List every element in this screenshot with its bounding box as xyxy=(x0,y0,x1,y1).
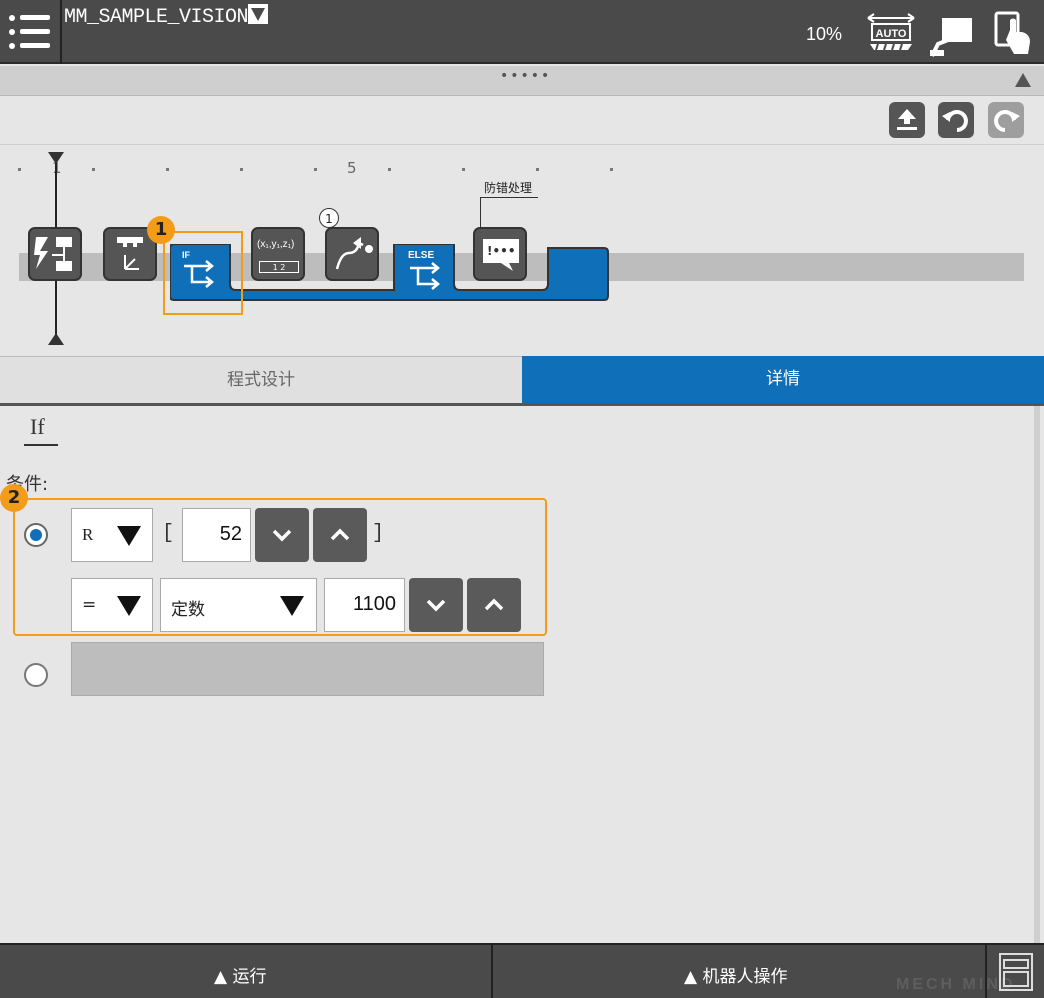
caption-leader xyxy=(480,197,481,227)
touch-mode-button[interactable] xyxy=(992,10,1034,60)
branch-arrow-icon xyxy=(184,260,214,288)
if-node-label: IF xyxy=(182,250,190,260)
constant-value: 1100 xyxy=(352,593,396,615)
ruler-tick xyxy=(610,168,613,171)
collapse-button[interactable] xyxy=(1014,72,1032,92)
ruler-tick xyxy=(92,168,95,171)
index-increment-button[interactable] xyxy=(313,508,367,562)
value-type-value: 定数 xyxy=(171,600,205,620)
playhead-top-marker[interactable] xyxy=(47,151,65,165)
value-decrement-button[interactable] xyxy=(409,578,463,632)
touch-hand-icon xyxy=(994,11,1030,54)
teach-pendant-button[interactable] xyxy=(928,14,974,62)
redo-icon xyxy=(994,110,1020,132)
ruler-tick xyxy=(462,168,465,171)
condition-slot-empty[interactable] xyxy=(71,642,544,696)
tab-detail[interactable]: 详情 xyxy=(522,356,1044,403)
bottom-bar xyxy=(0,943,1044,998)
register-type-value: R xyxy=(82,525,94,544)
auto-mode-icon: AUTO xyxy=(867,13,915,51)
chevron-down-icon xyxy=(426,599,446,612)
speed-override[interactable]: 10% xyxy=(806,24,842,45)
run-panel-button[interactable]: ▲ 运行 xyxy=(214,962,266,987)
hamburger-menu-icon xyxy=(9,15,50,49)
ruler-tick xyxy=(314,168,317,171)
error-handle-caption: 防错处理 xyxy=(484,181,533,195)
move-node[interactable] xyxy=(325,227,379,281)
upload-button[interactable] xyxy=(889,102,925,138)
coordinate-icon xyxy=(117,237,143,270)
ruler-tick xyxy=(536,168,539,171)
controller-cabinet-icon xyxy=(999,953,1033,991)
ruler-tick xyxy=(240,168,243,171)
cabinet-button[interactable] xyxy=(998,952,1034,996)
chevron-down-icon xyxy=(272,529,292,542)
dropdown-triangle-icon xyxy=(248,4,269,24)
else-node-label: ELSE xyxy=(408,250,435,261)
undo-icon xyxy=(942,110,968,132)
ruler-tick xyxy=(166,168,169,171)
auto-label: AUTO xyxy=(876,28,907,40)
program-selector[interactable]: MM_SAMPLE_VISION xyxy=(64,4,269,29)
condition-radio-1[interactable] xyxy=(24,523,48,547)
robot-screen-icon xyxy=(930,18,972,57)
chevron-up-icon xyxy=(484,598,504,611)
ruler-tick xyxy=(388,168,391,171)
if-node[interactable]: IF xyxy=(174,246,230,294)
tab-bar: 程式设计 详情 xyxy=(0,356,1044,403)
bottom-divider xyxy=(491,945,493,998)
undo-button[interactable] xyxy=(938,102,974,138)
program-name: MM_SAMPLE_VISION xyxy=(64,6,249,29)
redo-button[interactable] xyxy=(988,102,1024,138)
timeline-toolbar xyxy=(0,97,1044,145)
triangle-up-icon xyxy=(1015,73,1031,87)
bracket-open: [ xyxy=(162,522,175,545)
assign-node-label: (x₁,y₁,z₁) xyxy=(257,239,295,250)
tab-program-design[interactable]: 程式设计 xyxy=(0,356,522,403)
section-title: If xyxy=(30,414,45,439)
operator-value: = xyxy=(82,595,97,615)
dropdown-triangle-icon xyxy=(280,596,304,616)
register-type-select[interactable]: R xyxy=(71,508,153,562)
register-index-input[interactable]: 52 xyxy=(182,508,251,562)
callout-badge-2: 2 xyxy=(0,484,28,512)
callout-badge-1: 1 xyxy=(147,216,175,244)
move-node-badge: 1 xyxy=(319,208,339,228)
dropdown-triangle-icon xyxy=(117,526,141,546)
caption-underline xyxy=(480,197,538,198)
error-node-label: !••• xyxy=(487,244,516,258)
dropdown-triangle-icon xyxy=(117,596,141,616)
scrollbar-track[interactable] xyxy=(1034,406,1040,943)
path-icon xyxy=(335,237,373,270)
flow-icon xyxy=(34,237,72,271)
condition-radio-2[interactable] xyxy=(24,663,48,687)
else-branch-icon xyxy=(410,262,440,290)
else-node[interactable]: ELSE xyxy=(398,246,454,294)
index-decrement-button[interactable] xyxy=(255,508,309,562)
ruler-label: 5 xyxy=(347,159,357,177)
auto-mode-button[interactable]: AUTO xyxy=(866,12,916,56)
section-title-underline xyxy=(24,444,58,446)
operator-select[interactable]: = xyxy=(71,578,153,632)
ruler-tick xyxy=(18,168,21,171)
assign-node-sub: 1 2 xyxy=(259,261,299,273)
drag-handle[interactable]: ••••• xyxy=(500,68,551,84)
chevron-up-icon xyxy=(330,528,350,541)
main-menu-button[interactable] xyxy=(0,0,62,64)
value-type-select[interactable]: 定数 xyxy=(160,578,317,632)
bracket-close: ] xyxy=(372,522,385,545)
constant-value-input[interactable]: 1100 xyxy=(324,578,405,632)
radio-checked-dot xyxy=(30,529,42,541)
register-index-value: 52 xyxy=(219,523,242,545)
assign-node[interactable]: (x₁,y₁,z₁) 1 2 xyxy=(251,227,305,281)
value-increment-button[interactable] xyxy=(467,578,521,632)
init-node[interactable] xyxy=(28,227,82,281)
robot-operation-button[interactable]: ▲ 机器人操作 xyxy=(684,962,787,987)
error-handle-node[interactable]: !••• xyxy=(473,227,527,281)
playhead-bottom-marker[interactable] xyxy=(47,332,65,346)
upload-icon xyxy=(897,109,917,130)
